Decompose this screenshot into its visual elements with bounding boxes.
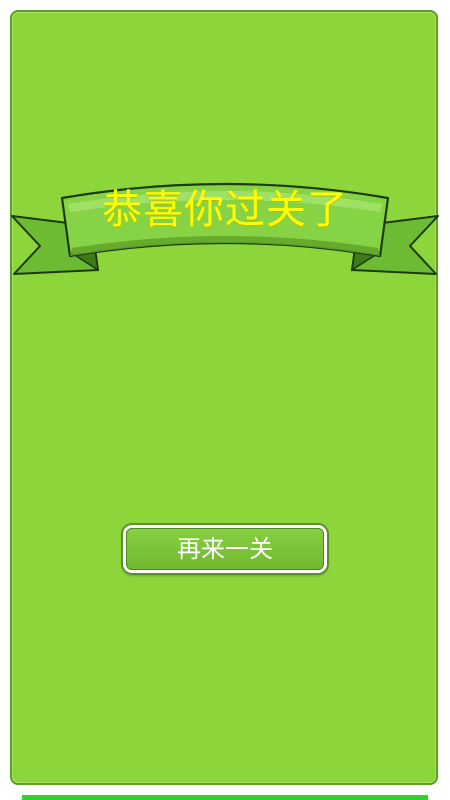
level-complete-screen: 恭喜你过关了 再来一关 [0, 0, 450, 800]
play-next-level-button[interactable]: 再来一关 [123, 525, 327, 573]
play-next-level-label: 再来一关 [177, 535, 273, 563]
bottom-edge-strip [22, 795, 428, 800]
green-panel [10, 10, 438, 785]
level-complete-title: 恭喜你过关了 [102, 187, 348, 233]
